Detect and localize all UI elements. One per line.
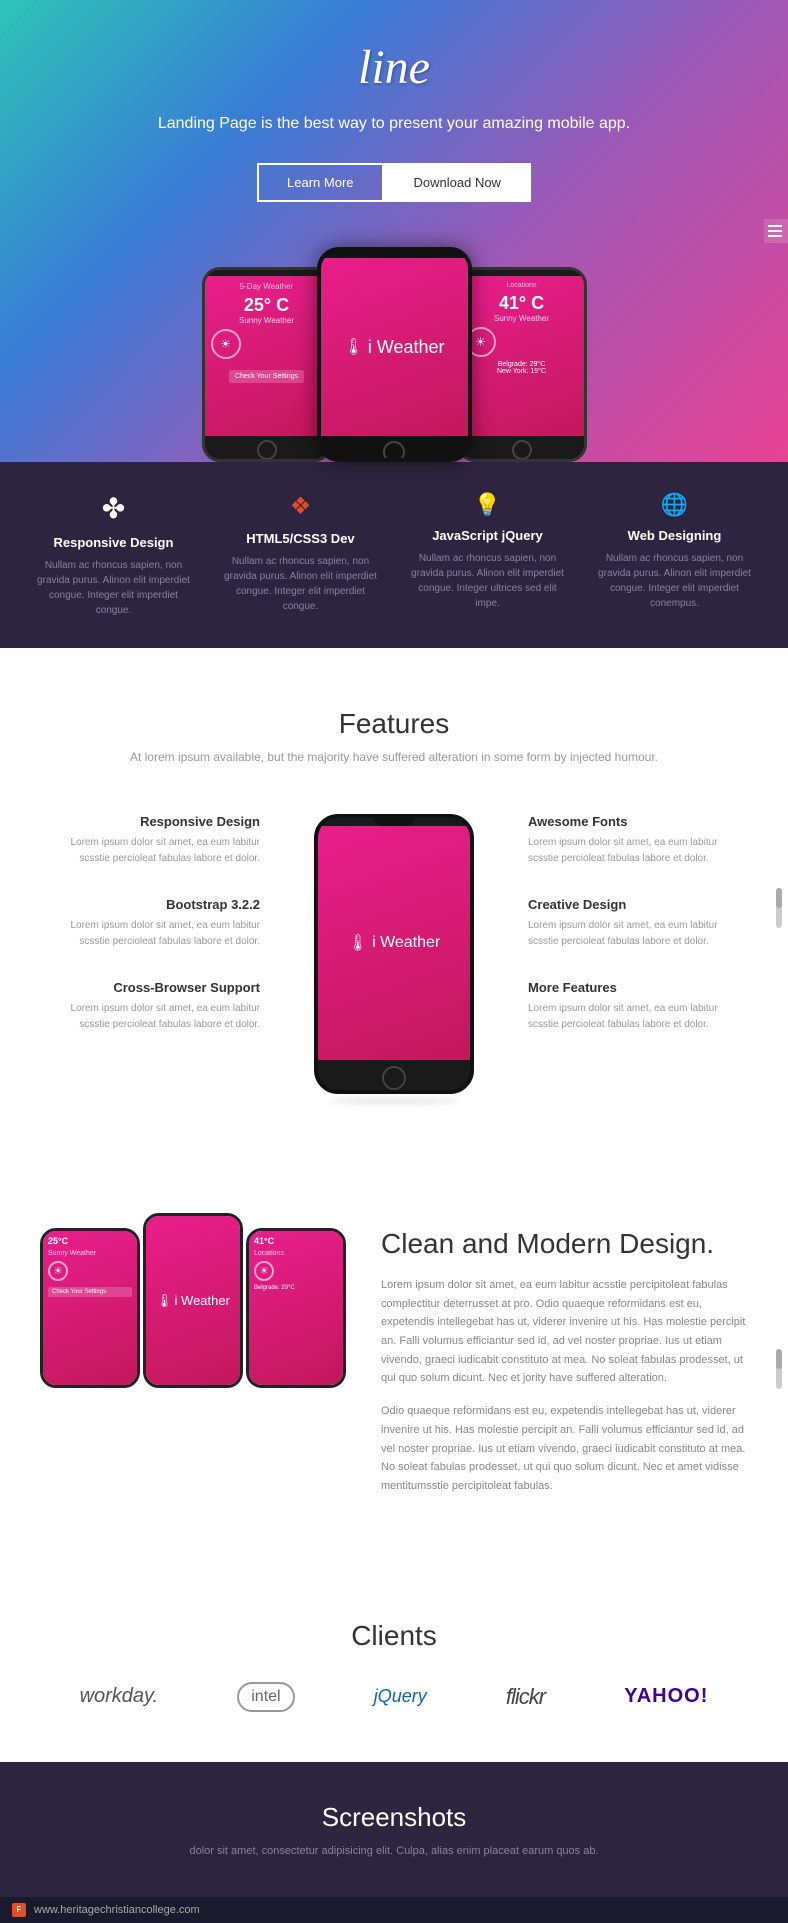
hero-subtitle: Landing Page is the best way to present … bbox=[20, 115, 768, 133]
download-now-button[interactable]: Download Now bbox=[384, 163, 531, 202]
feature-title-webdesign: Web Designing bbox=[592, 528, 757, 543]
weather-desc-left: Sunny Weather bbox=[211, 316, 323, 325]
clean-design-section: 25°C Sunny Weather ☀ Check Your Settings… bbox=[0, 1168, 788, 1570]
feature-block-title-2: Bootstrap 3.2.2 bbox=[40, 897, 260, 912]
footer-bar: F www.heritagechristiancollege.com bbox=[0, 1897, 788, 1923]
features-strip: ✤ Responsive Design Nullam ac rhoncus sa… bbox=[0, 462, 788, 648]
feature-block-title-3: Cross-Browser Support bbox=[40, 980, 260, 995]
iweather-logo-center: 🌡 i Weather bbox=[343, 337, 444, 358]
section-scrollbar bbox=[776, 888, 782, 928]
footer-url: www.heritagechristiancollege.com bbox=[34, 1904, 200, 1916]
feature-title-responsive: Responsive Design bbox=[31, 535, 196, 550]
webdesign-icon: 🌐 bbox=[592, 492, 757, 518]
feature-block-desc-1: Lorem ipsum dolor sit amet, ea eum labit… bbox=[40, 835, 260, 867]
feature-responsive: ✤ Responsive Design Nullam ac rhoncus sa… bbox=[31, 492, 196, 618]
clean-phone-3: 41°C Locations ☀ Belgrade: 29°C bbox=[246, 1228, 346, 1388]
feature-block-desc-4: Lorem ipsum dolor sit amet, ea eum labit… bbox=[528, 835, 748, 867]
hero-background: line Landing Page is the best way to pre… bbox=[0, 0, 788, 462]
feature-block-browser: Cross-Browser Support Lorem ipsum dolor … bbox=[40, 980, 260, 1033]
feature-block-responsive: Responsive Design Lorem ipsum dolor sit … bbox=[40, 814, 260, 867]
phone-center: 🌡 i Weather bbox=[317, 247, 472, 462]
temp-right: 41° C bbox=[466, 293, 578, 314]
clients-title: Clients bbox=[40, 1620, 748, 1652]
clean-design-title: Clean and Modern Design. bbox=[381, 1228, 748, 1260]
clients-section: Clients workday. intel jQuery flickr YAH… bbox=[0, 1570, 788, 1762]
feature-block-title-6: More Features bbox=[528, 980, 748, 995]
responsive-icon: ✤ bbox=[31, 492, 196, 525]
screenshots-title: Screenshots bbox=[40, 1802, 748, 1833]
phones-showcase: 5-Day Weather 25° C Sunny Weather ☀ Chec… bbox=[20, 242, 768, 462]
feature-js: 💡 JavaScript jQuery Nullam ac rhoncus sa… bbox=[405, 492, 570, 611]
client-intel: intel bbox=[237, 1682, 294, 1712]
features-section-title: Features bbox=[40, 708, 748, 740]
feature-block-title-4: Awesome Fonts bbox=[528, 814, 748, 829]
feature-html5: ❖ HTML5/CSS3 Dev Nullam ac rhoncus sapie… bbox=[218, 492, 383, 614]
clean-phones-group: 25°C Sunny Weather ☀ Check Your Settings… bbox=[40, 1228, 341, 1388]
feature-title-js: JavaScript jQuery bbox=[405, 528, 570, 543]
clients-logos-row: workday. intel jQuery flickr YAHOO! bbox=[40, 1682, 748, 1712]
clean-design-paragraph2: Odio quaeque reformidans est eu, expeten… bbox=[381, 1402, 748, 1495]
js-icon: 💡 bbox=[405, 492, 570, 518]
features-right-column: Awesome Fonts Lorem ipsum dolor sit amet… bbox=[528, 814, 748, 1063]
iweather-label-center: i Weather bbox=[372, 934, 440, 952]
feature-block-more: More Features Lorem ipsum dolor sit amet… bbox=[528, 980, 748, 1033]
clean-design-paragraph1: Lorem ipsum dolor sit amet, ea eum labit… bbox=[381, 1276, 748, 1388]
feature-desc-responsive: Nullam ac rhoncus sapien, non gravida pu… bbox=[31, 558, 196, 618]
feature-block-desc-3: Lorem ipsum dolor sit amet, ea eum labit… bbox=[40, 1001, 260, 1033]
client-workday: workday. bbox=[80, 1685, 159, 1708]
clean-design-text: Clean and Modern Design. Lorem ipsum dol… bbox=[381, 1228, 748, 1510]
screenshots-section: Screenshots dolor sit amet, consectetur … bbox=[0, 1762, 788, 1897]
phone-right: Locations 41° C Sunny Weather ☀ Belgrade… bbox=[457, 267, 587, 462]
clean-phone-2: 🌡i Weather bbox=[143, 1213, 243, 1388]
screenshots-desc: dolor sit amet, consectetur adipisicing … bbox=[40, 1845, 748, 1857]
feature-desc-webdesign: Nullam ac rhoncus sapien, non gravida pu… bbox=[592, 551, 757, 611]
hero-title: line bbox=[20, 40, 768, 95]
feature-desc-html5: Nullam ac rhoncus sapien, non gravida pu… bbox=[218, 554, 383, 614]
client-jquery: jQuery bbox=[374, 1686, 427, 1707]
phone-left: 5-Day Weather 25° C Sunny Weather ☀ Chec… bbox=[202, 267, 332, 462]
features-left-column: Responsive Design Lorem ipsum dolor sit … bbox=[40, 814, 260, 1063]
learn-more-button[interactable]: Learn More bbox=[257, 163, 383, 202]
center-feature-phone: 🌡 i Weather bbox=[304, 814, 484, 1108]
feature-block-creative: Creative Design Lorem ipsum dolor sit am… bbox=[528, 897, 748, 950]
feature-block-desc-6: Lorem ipsum dolor sit amet, ea eum labit… bbox=[528, 1001, 748, 1033]
client-yahoo: YAHOO! bbox=[624, 1685, 708, 1708]
feature-block-title-1: Responsive Design bbox=[40, 814, 260, 829]
feature-phone-body: 🌡 i Weather bbox=[314, 814, 474, 1094]
feature-block-bootstrap: Bootstrap 3.2.2 Lorem ipsum dolor sit am… bbox=[40, 897, 260, 950]
features-section-subtitle: At lorem ipsum available, but the majori… bbox=[40, 750, 748, 764]
client-flickr: flickr bbox=[506, 1684, 545, 1710]
feature-block-fonts: Awesome Fonts Lorem ipsum dolor sit amet… bbox=[528, 814, 748, 867]
feature-webdesign: 🌐 Web Designing Nullam ac rhoncus sapien… bbox=[592, 492, 757, 611]
feature-block-desc-5: Lorem ipsum dolor sit amet, ea eum labit… bbox=[528, 918, 748, 950]
temp-left: 25° C bbox=[211, 295, 323, 316]
feature-title-html5: HTML5/CSS3 Dev bbox=[218, 531, 383, 546]
clean-phone-1: 25°C Sunny Weather ☀ Check Your Settings bbox=[40, 1228, 140, 1388]
clean-section-scrollbar bbox=[776, 1349, 782, 1389]
features-grid: Responsive Design Lorem ipsum dolor sit … bbox=[40, 814, 748, 1108]
menu-toggle-button[interactable] bbox=[764, 219, 788, 243]
main-features-section: Features At lorem ipsum available, but t… bbox=[0, 648, 788, 1168]
feature-desc-js: Nullam ac rhoncus sapien, non gravida pu… bbox=[405, 551, 570, 611]
hero-buttons: Learn More Download Now bbox=[20, 163, 768, 202]
feature-block-title-5: Creative Design bbox=[528, 897, 748, 912]
feature-block-desc-2: Lorem ipsum dolor sit amet, ea eum labit… bbox=[40, 918, 260, 950]
html5-icon: ❖ bbox=[218, 492, 383, 521]
hero-section: line Landing Page is the best way to pre… bbox=[0, 0, 788, 462]
check-settings-btn[interactable]: Check Your Settings bbox=[229, 370, 304, 383]
